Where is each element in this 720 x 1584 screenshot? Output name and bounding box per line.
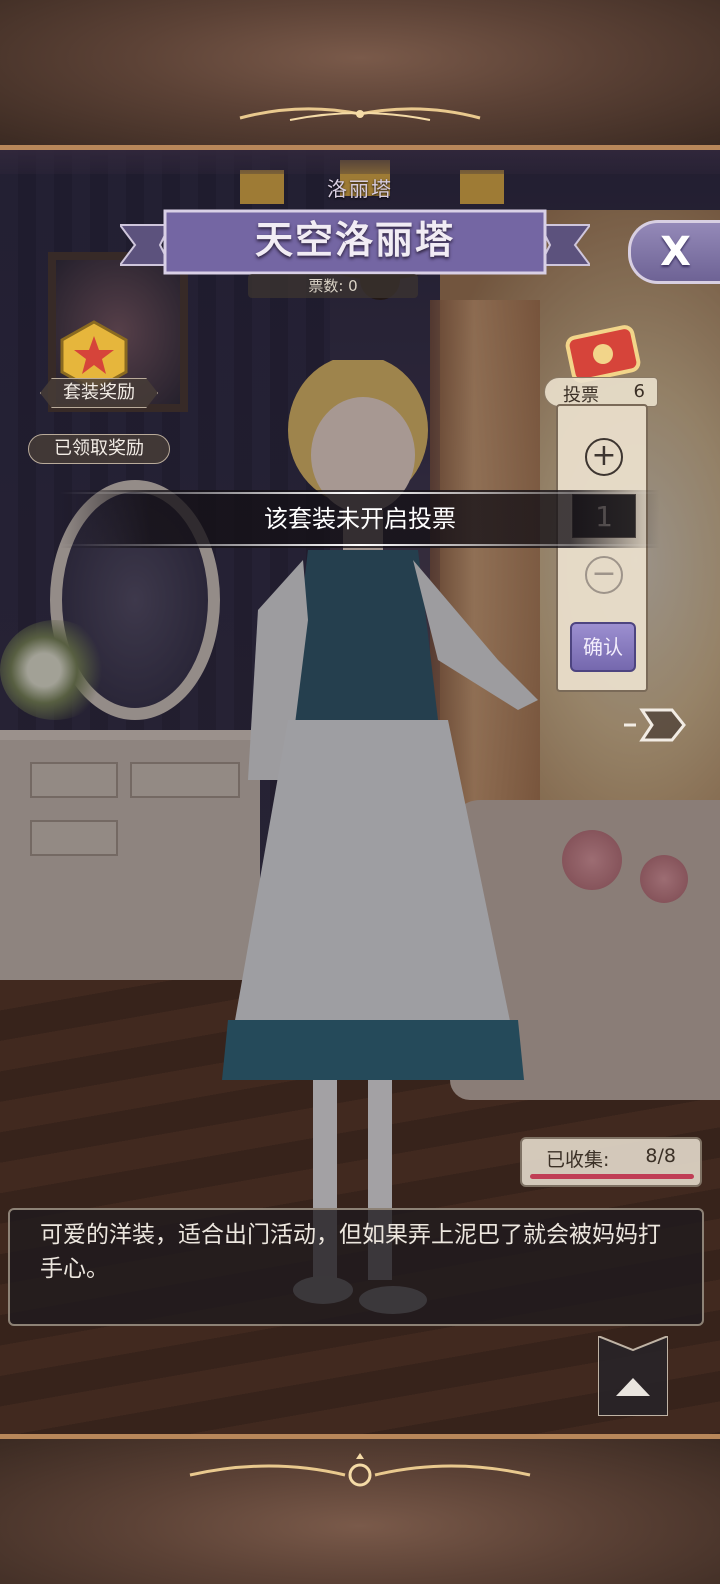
bottom-ornament-icon <box>189 1453 531 1487</box>
bottom-frame <box>0 1434 720 1584</box>
close-icon: X <box>660 229 691 275</box>
suit-description: 可爱的洋装，适合出门活动，但如果弄上泥巴了就会被妈妈打手心。 <box>8 1208 704 1326</box>
confirm-button[interactable]: 确认 <box>570 622 636 672</box>
vine-border <box>0 150 720 174</box>
vote-header: 投票 6 <box>544 377 658 407</box>
toast-message: 该套装未开启投票 <box>264 505 456 533</box>
suit-title: 天空洛丽塔 <box>254 218 455 262</box>
collection-value: 8/8 <box>645 1145 676 1167</box>
vote-panel: + 1 − 确认 <box>556 404 648 692</box>
vote-available: 6 <box>633 381 645 402</box>
collection-label: 已收集: <box>546 1149 610 1171</box>
votes-count: 票数: 0 <box>248 274 418 298</box>
suit-category: 洛丽塔 <box>327 177 393 201</box>
plus-button[interactable]: + <box>585 438 623 476</box>
top-ornament-icon <box>239 107 481 121</box>
side-arrow-icon[interactable] <box>622 702 686 748</box>
minus-button[interactable]: − <box>585 556 623 594</box>
claimed-reward-label: 已领取奖励 <box>28 434 170 464</box>
collection-progress-bar <box>530 1174 694 1179</box>
title-banner: 天空洛丽塔 <box>120 205 590 283</box>
close-button[interactable]: X <box>628 220 720 284</box>
collapse-arrow-icon[interactable] <box>598 1336 668 1416</box>
toast-notification: 该套装未开启投票 <box>0 490 720 548</box>
game-screen: 洛丽塔 天空洛丽塔 票数: 0 X 套装奖励 已领取奖励 投票 6 + 1 − … <box>0 0 720 1584</box>
top-frame <box>0 0 720 150</box>
collection-status: 已收集: 8/8 <box>520 1137 702 1187</box>
ticket-icon <box>565 325 641 383</box>
set-reward-button[interactable]: 套装奖励 <box>40 378 158 408</box>
